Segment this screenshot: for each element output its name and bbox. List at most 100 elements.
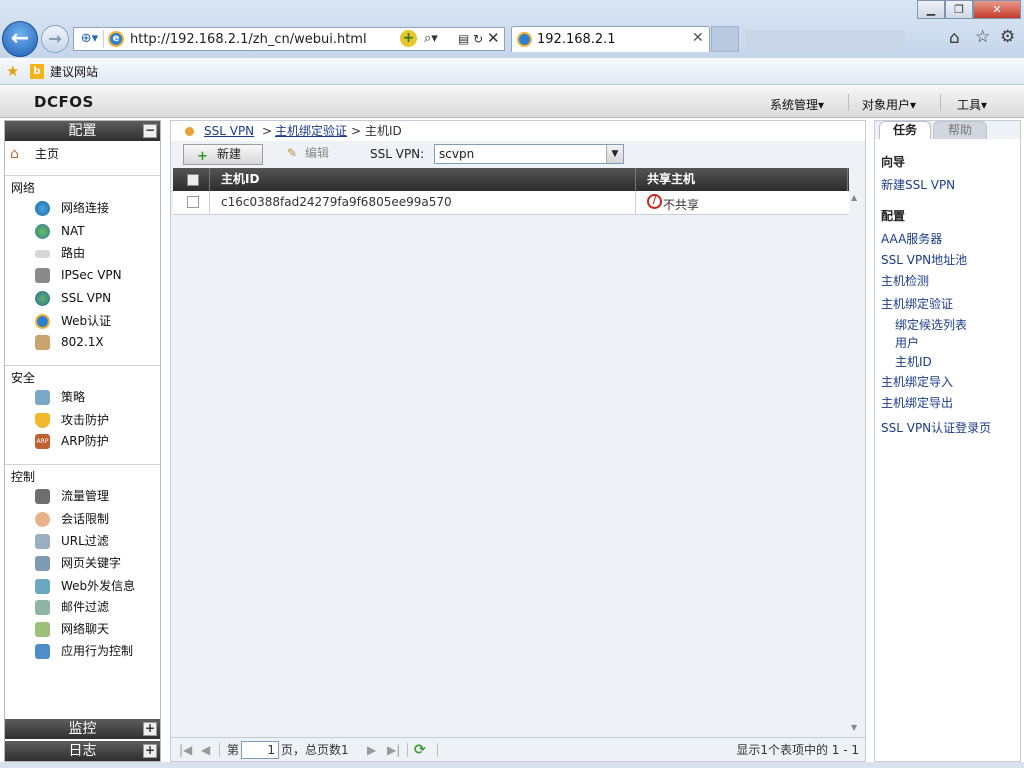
first-page-icon[interactable]: |◀ — [179, 738, 192, 762]
select-all-checkbox[interactable] — [187, 174, 199, 186]
menu-tools[interactable]: 工具▾ — [957, 96, 987, 113]
link-ssl-vpn-login-page[interactable]: SSL VPN认证登录页 — [881, 419, 991, 436]
scroll-up-icon[interactable]: ▲ — [851, 193, 857, 202]
divider — [219, 743, 220, 757]
nav-item-label: 策略 — [61, 390, 86, 404]
close-icon[interactable]: ✕ — [692, 30, 704, 46]
row-checkbox[interactable] — [187, 196, 199, 208]
nav-item-network-chat[interactable]: 网络聊天 — [5, 620, 160, 640]
nav-item-label: 流量管理 — [61, 489, 110, 503]
breadcrumb-host-binding[interactable]: 主机绑定验证 — [275, 121, 347, 141]
stop-icon[interactable]: ✕ — [487, 29, 500, 47]
collapse-icon[interactable]: − — [143, 124, 157, 138]
link-users[interactable]: 用户 — [895, 334, 919, 351]
monitor-panel-header[interactable]: 监控 + — [5, 719, 160, 739]
link-host-id[interactable]: 主机ID — [895, 353, 932, 370]
ssl-vpn-select[interactable]: scvpn ▼ — [434, 144, 624, 164]
expand-icon[interactable]: + — [143, 744, 157, 758]
menu-system-management[interactable]: 系统管理▾ — [770, 96, 824, 113]
nav-item-ipsec-vpn[interactable]: IPSec VPN — [5, 266, 160, 286]
go-icon[interactable]: + — [400, 30, 417, 47]
nav-item-traffic-management[interactable]: 流量管理 — [5, 487, 160, 507]
url-text[interactable]: http://192.168.2.1/zh_cn/webui.html — [130, 31, 367, 48]
chat-icon — [35, 622, 50, 637]
group-control-label: 控制 — [11, 470, 36, 484]
link-host-binding-export[interactable]: 主机绑定导出 — [881, 394, 953, 411]
nav-item-url-filter[interactable]: URL过滤 — [5, 532, 160, 552]
link-host-binding[interactable]: 主机绑定验证 — [881, 295, 953, 312]
nav-item-8021x[interactable]: 802.1X — [5, 333, 160, 353]
host-id-cell: c16c0388fad24279fa9f6805ee99a570 — [221, 195, 452, 209]
nav-item-session-limit[interactable]: 会话限制 — [5, 510, 160, 530]
nav-item-label: SSL VPN — [61, 291, 112, 305]
nav-item-routing[interactable]: 路由 — [5, 244, 160, 264]
breadcrumb: SSL VPN > 主机绑定验证 > 主机ID — [171, 121, 865, 141]
nav-item-policy[interactable]: 策略 — [5, 388, 160, 408]
favorites-star-icon[interactable]: ★ — [6, 62, 19, 80]
app-header: DCFOS 系统管理▾ 对象用户▾ 工具▾ — [0, 86, 1024, 118]
tab-tasks[interactable]: 任务 — [879, 121, 931, 139]
gear-icon[interactable]: ⚙ — [1000, 27, 1015, 47]
vpn-icon — [35, 268, 50, 283]
nav-item-web-keyword[interactable]: 网页关键字 — [5, 554, 160, 574]
refresh-icon[interactable]: ⟳ — [414, 738, 426, 762]
nav-item-attack-defense[interactable]: 攻击防护 — [5, 411, 160, 431]
chevron-down-icon[interactable]: ▼ — [606, 145, 623, 163]
nav-item-ssl-vpn[interactable]: SSL VPN — [5, 289, 160, 309]
page-icon[interactable]: ⊕▾ — [76, 30, 104, 48]
breadcrumb-ssl-vpn[interactable]: SSL VPN — [204, 121, 254, 141]
expand-icon[interactable]: + — [143, 722, 157, 736]
edit-icon: ✎ — [287, 146, 298, 160]
nav-item-web-auth[interactable]: Web认证 — [5, 312, 160, 332]
favorites-icon[interactable]: ☆ — [975, 27, 990, 47]
link-host-binding-import[interactable]: 主机绑定导入 — [881, 373, 953, 390]
link-binding-candidates[interactable]: 绑定候选列表 — [895, 316, 967, 333]
back-button[interactable]: ← — [2, 21, 38, 57]
link-host-check[interactable]: 主机检测 — [881, 272, 929, 289]
link-ssl-vpn-address-pool[interactable]: SSL VPN地址池 — [881, 251, 967, 268]
menu-objects-users[interactable]: 对象用户▾ — [862, 96, 916, 113]
suggested-sites-link[interactable]: 建议网站 — [50, 63, 98, 80]
column-header-host-id[interactable]: 主机ID — [221, 168, 259, 191]
scroll-down-icon[interactable]: ▼ — [851, 723, 857, 732]
link-new-ssl-vpn[interactable]: 新建SSL VPN — [881, 176, 955, 193]
link-aaa-server[interactable]: AAA服务器 — [881, 230, 942, 247]
last-page-icon[interactable]: ▶| — [387, 738, 400, 762]
next-page-icon[interactable]: ▶ — [367, 738, 376, 762]
breadcrumb-separator: > — [262, 124, 273, 138]
nav-item-web-outbound-info[interactable]: Web外发信息 — [5, 577, 160, 597]
config-panel-header[interactable]: 配置 − — [5, 121, 160, 141]
nav-item-mail-filter[interactable]: 邮件过滤 — [5, 598, 160, 618]
deny-icon: / — [647, 194, 662, 209]
page-prefix: 第 — [227, 743, 240, 757]
window-close-button[interactable]: ✕ — [973, 0, 1021, 19]
refresh-icon[interactable]: ▤ ↻ — [458, 30, 483, 48]
minimize-button[interactable]: ▁ — [917, 0, 945, 19]
tab-help[interactable]: 帮助 — [933, 121, 987, 139]
nav-item-app-behavior-control[interactable]: 应用行为控制 — [5, 642, 160, 662]
browser-tab[interactable]: 192.168.2.1 ✕ — [511, 26, 710, 52]
forward-button[interactable]: → — [41, 25, 69, 53]
prev-page-icon[interactable]: ◀ — [201, 738, 210, 762]
search-icon[interactable]: ⌕▾ — [424, 30, 438, 48]
vertical-scrollbar[interactable]: ▲ ▼ — [849, 191, 865, 737]
log-panel-header[interactable]: 日志 + — [5, 741, 160, 761]
nav-item-network-connection[interactable]: 网络连接 — [5, 199, 160, 219]
column-divider — [209, 168, 210, 191]
page-number-input[interactable]: 1 — [241, 741, 279, 759]
nav-item-nat[interactable]: NAT — [5, 222, 160, 242]
divider — [407, 743, 408, 757]
edit-button[interactable]: ✎ 编辑 — [283, 144, 353, 165]
nav-item-home[interactable]: ⌂ 主页 — [5, 145, 160, 165]
address-bar[interactable]: ⊕▾ e http://192.168.2.1/zh_cn/webui.html… — [73, 27, 505, 51]
maximize-button[interactable]: ❐ — [945, 0, 973, 19]
nav-item-label: 路由 — [61, 246, 86, 260]
home-icon[interactable]: ⌂ — [949, 28, 960, 48]
new-tab-button[interactable] — [711, 26, 739, 52]
table-row[interactable]: c16c0388fad24279fa9f6805ee99a570 / 不共享 — [173, 191, 849, 215]
column-header-shared-host[interactable]: 共享主机 — [647, 168, 695, 191]
new-button[interactable]: + 新建 — [183, 144, 263, 165]
log-panel-title: 日志 — [68, 743, 97, 759]
pagination-info: 显示1个表项中的 1 - 1 — [736, 743, 859, 757]
nav-item-arp-defense[interactable]: ARP ARP防护 — [5, 432, 160, 452]
